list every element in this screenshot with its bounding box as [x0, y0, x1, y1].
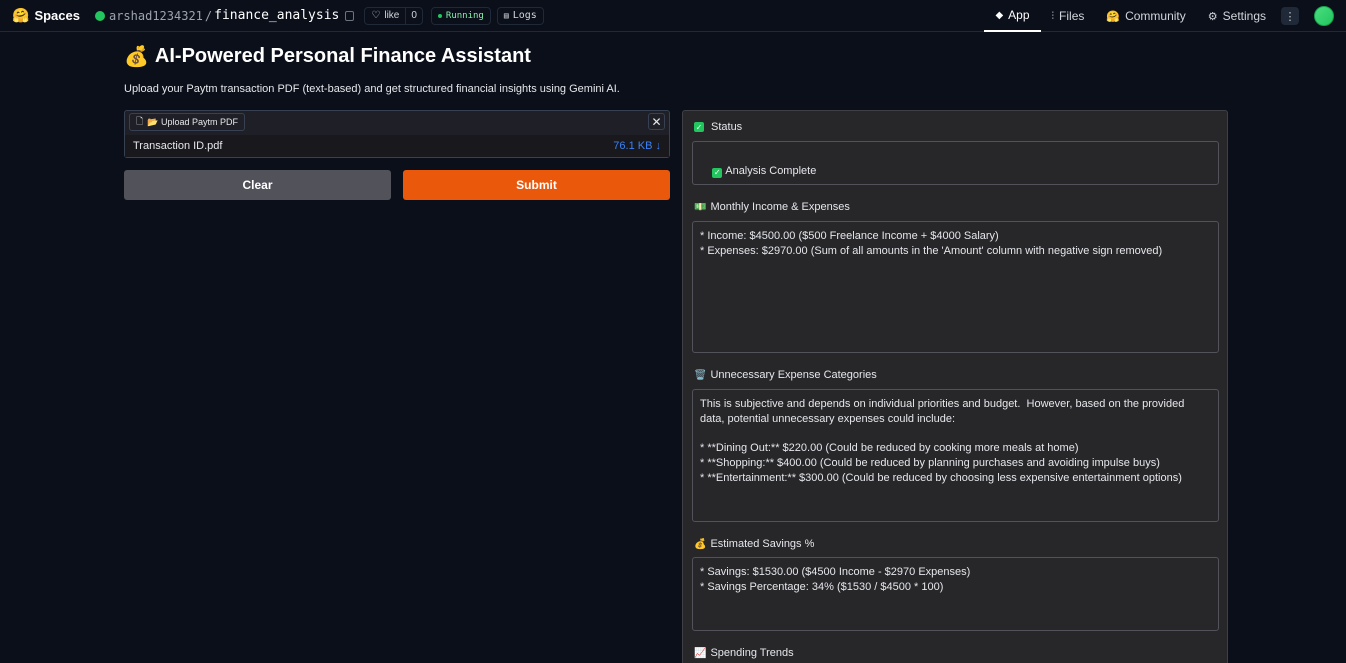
tab-community[interactable]: 🤗 Community [1095, 0, 1196, 32]
savings-section-label-text: Estimated Savings % [710, 538, 815, 550]
like-button[interactable]: ♡ like 0 [364, 6, 423, 25]
status-section-label: ✓ Status [694, 121, 742, 133]
income-section-label: 💵 Monthly Income & Expenses [694, 201, 850, 213]
tab-community-label: Community [1125, 9, 1186, 23]
trash-icon: 🗑️ [694, 369, 707, 381]
check-icon: ✓ [694, 122, 704, 132]
check-icon: ✓ [712, 167, 723, 179]
page-title: 💰 AI-Powered Personal Finance Assistant [124, 44, 531, 69]
upload-label-text: 📂 Upload Paytm PDF [147, 116, 238, 127]
more-menu-button[interactable]: ⋮ [1281, 7, 1299, 25]
logs-button[interactable]: ▤ Logs [496, 6, 544, 25]
results-panel: ✓ Status ✓ Analysis Complete 💵 Monthly In… [682, 110, 1228, 663]
tab-settings-label: Settings [1222, 9, 1266, 23]
page-title-text: AI-Powered Personal Finance Assistant [154, 45, 531, 67]
unnecessary-output[interactable]: This is subjective and depends on indivi… [692, 389, 1219, 522]
status-output-text: Analysis Complete [725, 164, 817, 177]
unnecessary-section-label: 🗑️ Unnecessary Expense Categories [694, 369, 877, 381]
spaces-brand[interactable]: 🤗 Spaces [12, 7, 80, 24]
trends-section-label: 📈 Spending Trends [694, 647, 794, 659]
repo-path: arshad1234321 / finance_analysis [94, 8, 355, 23]
space-nav: ◆ App ⫶ Files 🤗 Community ⚙ Settings ⋮ [984, 0, 1346, 32]
income-output[interactable]: * Income: $4500.00 ($500 Freelance Incom… [692, 221, 1219, 353]
page-subtitle: Upload your Paytm transaction PDF (text-… [124, 83, 620, 95]
tab-files[interactable]: ⫶ Files [1041, 0, 1096, 32]
tab-files-label: Files [1059, 9, 1085, 23]
close-icon[interactable]: ✕ [648, 113, 665, 130]
money-icon: 💵 [694, 201, 707, 213]
submit-button[interactable]: Submit [403, 170, 670, 200]
repo-user-link[interactable]: arshad1234321 [109, 9, 203, 23]
trends-section-label-text: Spending Trends [710, 647, 794, 659]
status-dot-icon [437, 13, 442, 18]
cube-icon: ◆ [995, 9, 1004, 21]
top-bar: 🤗 Spaces arshad1234321 / finance_analysi… [0, 0, 1346, 32]
uploaded-file-row: Transaction ID.pdf 76.1 KB ↓ [125, 135, 669, 157]
file-upload[interactable]: 🗋 📂 Upload Paytm PDF ✕ Transaction ID.pd… [124, 110, 670, 158]
tab-settings[interactable]: ⚙ Settings [1197, 0, 1277, 32]
logs-label: Logs [512, 10, 537, 21]
file-name: Transaction ID.pdf [133, 140, 223, 152]
tab-app[interactable]: ◆ App [984, 0, 1041, 32]
clear-button[interactable]: Clear [124, 170, 391, 200]
money-bag-icon: 💰 [124, 46, 149, 68]
income-section-label-text: Monthly Income & Expenses [710, 201, 850, 213]
savings-output[interactable]: * Savings: $1530.00 ($4500 Income - $297… [692, 557, 1219, 631]
savings-section-label: 💰 Estimated Savings % [694, 538, 814, 550]
repo-name-link[interactable]: finance_analysis [214, 8, 339, 23]
like-label: like [384, 10, 400, 21]
tab-app-label: App [1008, 8, 1030, 22]
status-section-label-text: Status [711, 121, 743, 133]
files-icon: ⫶ [1051, 10, 1055, 22]
file-icon: 🗋 [136, 116, 144, 126]
chart-up-icon: 📈 [694, 647, 707, 659]
user-avatar-dot [94, 10, 105, 21]
unnecessary-section-label-text: Unnecessary Expense Categories [710, 369, 877, 381]
path-separator: / [204, 8, 213, 23]
status-badge[interactable]: Running [430, 6, 491, 25]
community-icon: 🤗 [1106, 10, 1121, 23]
copy-icon[interactable] [345, 10, 355, 21]
upload-label: 🗋 📂 Upload Paytm PDF [129, 113, 245, 131]
status-output[interactable]: ✓ Analysis Complete [692, 141, 1219, 185]
status-label: Running [445, 10, 484, 21]
brand-label: Spaces [34, 8, 80, 23]
hugging-face-icon: 🤗 [12, 7, 30, 23]
like-count: 0 [411, 10, 417, 21]
terminal-icon: ▤ [503, 11, 509, 20]
heart-icon: ♡ [371, 10, 381, 21]
avatar[interactable] [1314, 6, 1334, 26]
money-bag-icon: 💰 [694, 538, 707, 550]
file-download-link[interactable]: 76.1 KB ↓ [613, 140, 661, 152]
gear-icon: ⚙ [1207, 10, 1218, 23]
